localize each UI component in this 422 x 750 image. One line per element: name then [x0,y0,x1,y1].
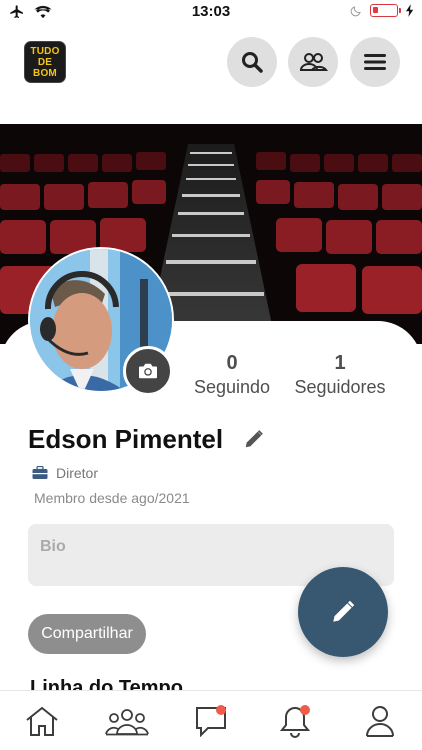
tab-community[interactable] [84,691,168,750]
pencil-icon [333,600,355,622]
messages-badge [215,705,226,715]
edit-name-button[interactable] [243,428,265,455]
share-button[interactable]: Compartilhar [28,614,146,654]
pencil-icon [245,430,263,448]
tab-messages[interactable] [169,691,253,750]
change-photo-button[interactable] [123,346,173,396]
community-icon [104,708,149,735]
search-icon [242,52,263,73]
groups-icon [299,53,328,71]
member-since: Membro desde ago/2021 [34,490,190,506]
app-logo[interactable]: TUDO DE BOM [24,41,66,83]
following-count: 0 [226,352,238,374]
search-button[interactable] [227,37,277,87]
menu-icon [364,54,386,70]
groups-button[interactable] [288,37,338,87]
followers-label: Seguidores [294,377,386,397]
bottom-tab-bar [0,690,422,750]
briefcase-icon [32,466,48,479]
role-text: Diretor [56,465,99,481]
moon-icon [350,5,361,16]
menu-button[interactable] [350,37,400,87]
status-bar: 13:03 [0,0,422,24]
following-stat[interactable]: 0 Seguindo [190,352,274,398]
logo-line-2: DE [37,56,53,68]
home-icon [26,706,58,736]
followers-stat[interactable]: 1 Seguidores [290,352,390,398]
tab-notifications[interactable] [253,691,337,750]
new-post-button[interactable] [298,567,388,657]
charging-icon [406,4,414,17]
following-label: Seguindo [193,377,271,397]
tab-profile[interactable] [338,691,422,750]
profile-role: Diretor [32,465,98,481]
battery-icon [370,4,401,17]
status-right [350,4,414,17]
logo-line-1: TUDO [30,45,60,57]
logo-line-3: BOM [33,67,57,79]
profile-name: Edson Pimentel [28,424,224,454]
camera-icon [139,363,157,379]
tab-home[interactable] [0,691,84,750]
followers-count: 1 [334,352,346,374]
profile-icon [365,705,394,737]
